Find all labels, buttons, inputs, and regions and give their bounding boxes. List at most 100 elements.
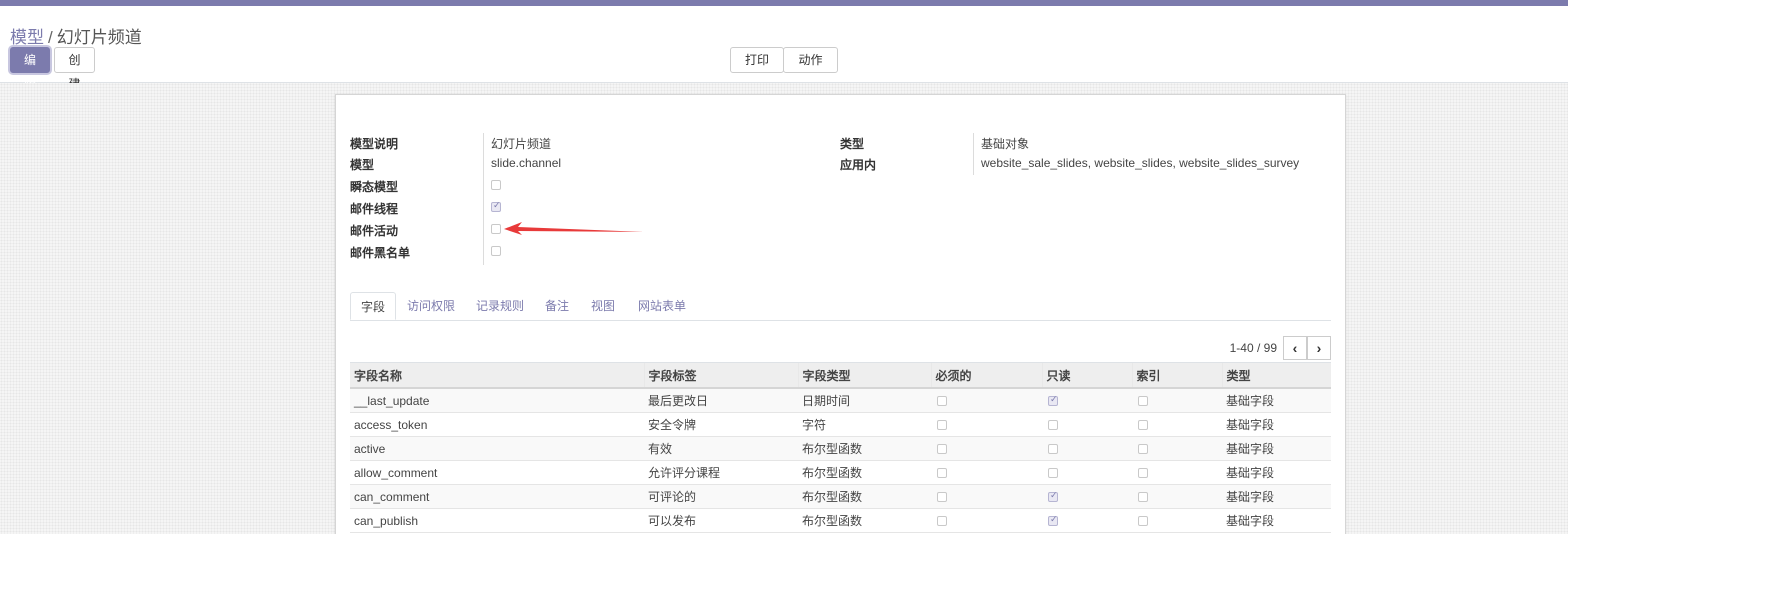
action-label: 动作 (798, 53, 823, 67)
mail-thread-checkbox[interactable] (491, 200, 501, 212)
print-dropdown-button[interactable]: 打印 (730, 47, 784, 87)
required-checkbox (937, 516, 947, 527)
field-type-cell: 布尔型函数 (798, 508, 931, 533)
table-row[interactable]: __last_update最后更改日日期时间 基础字段 (350, 388, 1331, 413)
right-group-divider (973, 133, 974, 175)
field-kind-cell: 基础字段 (1222, 436, 1331, 461)
table-row[interactable]: access_token 安全令牌 字符 基础字段 (350, 412, 1331, 437)
field-label-in-apps: 应用内 (840, 158, 877, 172)
tab-views[interactable]: 视图 (581, 292, 625, 320)
required-cell (931, 508, 1042, 533)
column-header[interactable]: 字段标签 (643, 362, 798, 389)
index-checkbox (1138, 492, 1148, 503)
table-row[interactable]: active 有效 布尔型函数 基础字段 (350, 436, 1331, 461)
pager-value[interactable]: 1-40 / 99 (1230, 341, 1277, 355)
readonly-checkbox (1048, 468, 1058, 479)
field-label-cell: 可以发布 (644, 508, 798, 533)
breadcrumb: 模型 / 幻灯片频道 (10, 23, 142, 48)
transient-model-checkbox[interactable] (491, 180, 501, 190)
field-kind-cell: 基础字段 (1222, 484, 1331, 509)
column-header[interactable]: 必须的 (930, 362, 1042, 389)
field-label-cell: 最后更改日 (644, 388, 798, 413)
column-header[interactable]: 字段名称 (350, 362, 644, 389)
field-name-cell: active (350, 436, 644, 461)
index-cell (1132, 484, 1222, 509)
field-name-cell: can_comment (350, 484, 644, 509)
mail-blacklist-checkbox[interactable] (491, 246, 501, 256)
required-cell (931, 436, 1042, 461)
tab-record-rules[interactable]: 记录规则 (466, 292, 534, 320)
required-checkbox (937, 420, 947, 431)
readonly-cell (1042, 460, 1132, 485)
field-name-cell: allow_comment (350, 460, 644, 485)
chevron-left-icon[interactable]: ‹ (1283, 336, 1307, 360)
required-checkbox (937, 396, 947, 407)
left-group-divider (483, 133, 484, 265)
field-value-model: slide.channel (491, 156, 562, 170)
field-type-cell: 布尔型函数 (798, 484, 931, 509)
field-kind-cell: 基础字段 (1222, 460, 1331, 485)
readonly-checkbox (1048, 514, 1058, 527)
column-header[interactable]: 字段类型 (797, 362, 931, 389)
pager: 1-40 / 99 ‹ › (1171, 336, 1331, 360)
readonly-cell (1042, 436, 1132, 461)
readonly-cell (1042, 484, 1132, 509)
field-label-model-description: 模型说明 (350, 137, 399, 151)
field-label-mail-thread: 邮件线程 (350, 202, 399, 216)
edit-button[interactable]: 编辑 (10, 47, 50, 91)
field-value-type: 基础对象 (981, 137, 1030, 151)
required-cell (931, 484, 1042, 509)
field-value-in-apps: website_sale_slides, website_slides, web… (981, 156, 1300, 170)
tab-fields[interactable]: 字段 (350, 292, 396, 320)
field-type-cell: 字符 (798, 412, 931, 437)
breadcrumb-current: 幻灯片频道 (56, 28, 142, 47)
create-button[interactable]: 创建 (54, 47, 95, 91)
table-row[interactable]: can_publish可以发布布尔型函数 基础字段 (350, 508, 1331, 533)
field-type-cell: 布尔型函数 (798, 436, 931, 461)
index-cell (1132, 508, 1222, 533)
index-checkbox (1138, 396, 1148, 407)
field-name-cell: can_publish (350, 508, 644, 533)
index-checkbox (1138, 444, 1148, 455)
column-header[interactable]: 索引 (1131, 362, 1222, 389)
readonly-checkbox (1048, 444, 1058, 455)
readonly-checkbox (1048, 490, 1058, 503)
table-row[interactable]: can_comment可评论的布尔型函数 基础字段 (350, 484, 1331, 509)
print-label: 打印 (744, 53, 769, 67)
field-name-cell: access_token (350, 412, 644, 437)
required-checkbox (937, 444, 947, 455)
tab-notes[interactable]: 备注 (535, 292, 579, 320)
tab-access-rights[interactable]: 访问权限 (397, 292, 465, 320)
index-checkbox (1138, 468, 1148, 479)
field-label-model: 模型 (350, 158, 375, 172)
index-cell (1132, 436, 1222, 461)
notebook-tabs: 字段 访问权限 记录规则 备注 视图 网站表单 (350, 292, 1331, 321)
field-kind-cell: 基础字段 (1222, 508, 1331, 533)
table-row[interactable]: allow_comment 允许评分课程 布尔型函数 基础字段 (350, 460, 1331, 485)
chevron-right-icon[interactable]: › (1307, 336, 1331, 360)
form-sheet: 模型说明 幻灯片频道 模型 slide.channel 瞬态模型 邮件线程 邮件… (335, 94, 1346, 534)
index-cell (1132, 412, 1222, 437)
field-type-cell: 日期时间 (798, 388, 931, 413)
field-label-cell: 有效 (644, 436, 798, 461)
mail-activity-checkbox[interactable] (491, 224, 501, 234)
readonly-cell (1042, 412, 1132, 437)
field-label-type: 类型 (840, 137, 865, 151)
fields-table: 字段名称 字段标签 字段类型 必须的 只读 索引 类型 __last_updat… (350, 362, 1331, 533)
action-dropdown-button[interactable]: 动作 (783, 47, 838, 87)
column-header[interactable]: 类型 (1221, 362, 1331, 389)
field-label-cell: 允许评分课程 (644, 460, 798, 485)
required-checkbox (937, 468, 947, 479)
tab-website-forms[interactable]: 网站表单 (628, 292, 696, 320)
control-panel: 模型/幻灯片频道 编辑 创建 打印 动作 (0, 6, 1568, 91)
index-cell (1132, 388, 1222, 413)
breadcrumb-parent-link[interactable]: 模型 (10, 28, 44, 47)
column-header[interactable]: 只读 (1041, 362, 1132, 389)
field-label-cell: 可评论的 (644, 484, 798, 509)
readonly-checkbox (1048, 420, 1058, 431)
breadcrumb-separator: / (48, 28, 53, 47)
field-kind-cell: 基础字段 (1222, 412, 1331, 437)
red-arrow-annotation (504, 222, 644, 235)
field-value-model-description: 幻灯片频道 (491, 137, 552, 151)
field-kind-cell: 基础字段 (1222, 388, 1331, 413)
